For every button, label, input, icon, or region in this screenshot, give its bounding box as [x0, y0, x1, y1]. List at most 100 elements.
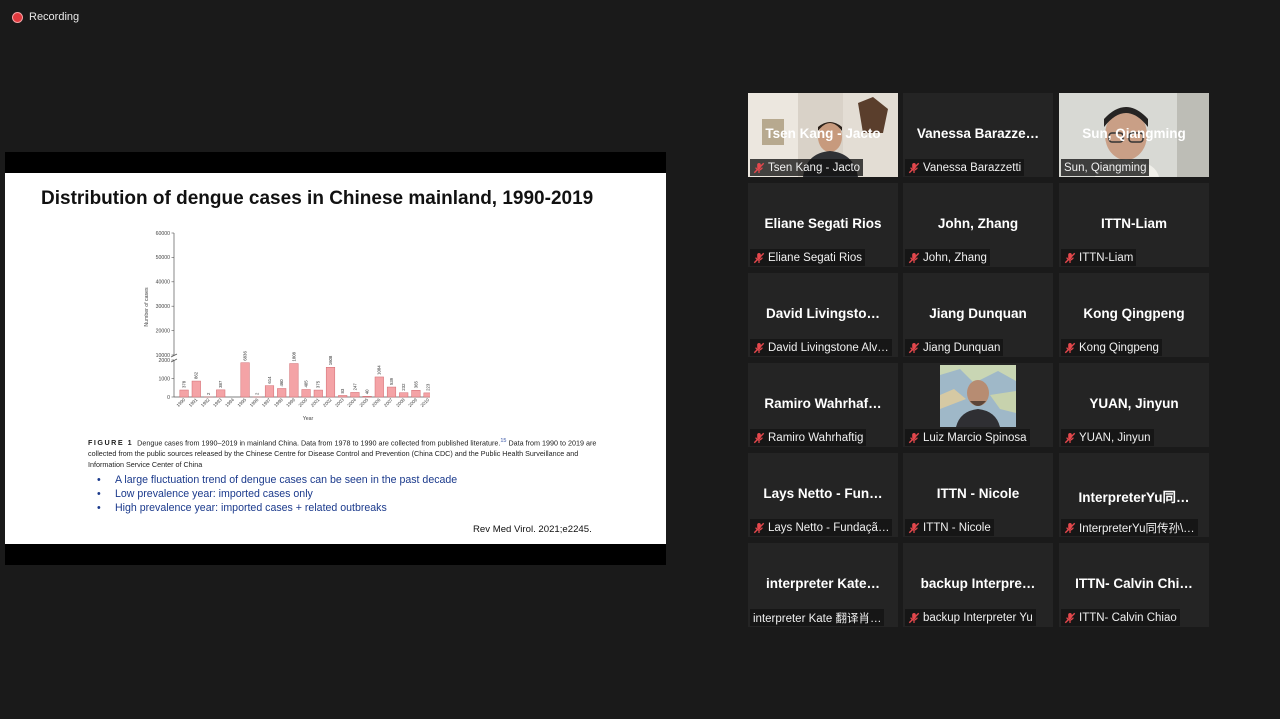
participant-tile[interactable]: John, Zhang John, Zhang: [903, 183, 1053, 267]
participant-label-text: David Livingstone Alv…: [768, 341, 889, 354]
participant-label-text: Lays Netto - Fundaçã…: [768, 521, 890, 534]
participant-label-text: Jiang Dunquan: [923, 341, 1001, 354]
record-icon: [12, 11, 23, 23]
x-tick-label: 1990: [176, 397, 187, 408]
mic-muted-icon: [753, 162, 765, 174]
participant-name-label: backup Interpreter Yu: [905, 609, 1036, 626]
bar-value-label: 862: [194, 371, 199, 379]
participant-label-text: Tsen Kang - Jacto: [768, 161, 861, 174]
data-bar: [399, 392, 409, 398]
mic-muted-icon: [1064, 612, 1076, 624]
mic-muted-icon: [1064, 342, 1076, 354]
x-tick-label: 2009: [407, 397, 418, 408]
participant-display-name: Eliane Segati Rios: [764, 216, 882, 231]
data-bar: [338, 395, 348, 398]
participant-label-text: Ramiro Wahrhaftig: [768, 431, 864, 444]
participant-display-name: ITTN-Liam: [1101, 216, 1167, 231]
data-bar: [411, 389, 421, 398]
participant-tile[interactable]: Tsen Kang - Jacto Tsen Kang - Jacto: [748, 93, 898, 177]
bullet-item: A large fluctuation trend of dengue case…: [97, 473, 457, 487]
x-tick-label: 2001: [310, 397, 321, 408]
participant-tile[interactable]: Sun, Qiangming Sun, Qiangming: [1059, 93, 1209, 177]
participant-tile[interactable]: ITTN-Liam ITTN-Liam: [1059, 183, 1209, 267]
y-tick-label: 40000: [156, 280, 171, 286]
bar-value-label: 83: [340, 388, 345, 393]
bar-value-label: 1084: [377, 365, 382, 375]
participant-display-name: backup Interpre…: [920, 576, 1036, 591]
y-tick-label: 1000: [158, 376, 170, 382]
participant-label-text: John, Zhang: [923, 251, 987, 264]
participant-tile[interactable]: YUAN, Jinyun YUAN, Jinyun: [1059, 363, 1209, 447]
participant-display-name: Lays Netto - Fun…: [763, 486, 883, 501]
caption-text-a: Dengue cases from 1990–2019 in mainland …: [137, 438, 501, 448]
participant-label-text: Luiz Marcio Spinosa: [923, 431, 1027, 444]
mic-muted-icon: [753, 252, 765, 264]
participant-tile[interactable]: InterpreterYu同… InterpreterYu同传孙\…: [1059, 453, 1209, 537]
y-axis-label: Number of cases: [144, 287, 150, 327]
participant-name-label: Ramiro Wahrhaftig: [750, 429, 867, 446]
y-tick-label: 20000: [156, 328, 171, 334]
mic-muted-icon: [1064, 432, 1076, 444]
dengue-bar-chart: 0 1000 2000 10000 20000 30000 40000 50000 60000 N…: [144, 231, 431, 422]
participant-tile[interactable]: ITTN- Calvin Chi… ITTN- Calvin Chiao: [1059, 543, 1209, 627]
bar-value-label: 405: [304, 380, 309, 388]
x-tick-label: 2002: [322, 397, 333, 408]
mic-muted-icon: [753, 432, 765, 444]
data-bar: [386, 386, 397, 398]
participant-display-name: interpreter Kate…: [765, 576, 881, 591]
participant-tile[interactable]: backup Interpre… backup Interpreter Yu: [903, 543, 1053, 627]
x-axis-label: Year: [303, 416, 314, 422]
participant-label-text: YUAN, Jinyun: [1079, 431, 1151, 444]
data-bar: [423, 392, 430, 398]
x-tick-label: 1993: [212, 397, 223, 408]
presentation-slide: Distribution of dengue cases in Chinese …: [5, 173, 666, 544]
participant-tile[interactable]: Ramiro Wahrhaf… Ramiro Wahrhaftig: [748, 363, 898, 447]
participant-display-name: Kong Qingpeng: [1083, 306, 1185, 321]
participant-label-text: Sun, Qiangming: [1064, 161, 1147, 174]
participant-tile[interactable]: Lays Netto - Fun… Lays Netto - Fundaçã…: [748, 453, 898, 537]
participant-label-text: ITTN-Liam: [1079, 251, 1134, 264]
data-bar: [289, 363, 299, 398]
data-bar: [301, 389, 311, 398]
mic-muted-icon: [908, 522, 920, 534]
participant-name-label: Sun, Qiangming: [1061, 159, 1150, 176]
participant-tile[interactable]: Vanessa Barazze… Vanessa Barazzetti: [903, 93, 1053, 177]
participant-tile[interactable]: interpreter Kate… interpreter Kate 翻译肖…: [748, 543, 898, 627]
participant-name-label: YUAN, Jinyun: [1061, 429, 1154, 446]
bar-value-label: 2: [206, 392, 211, 395]
participant-tile[interactable]: Eliane Segati Rios Eliane Segati Rios: [748, 183, 898, 267]
bar-value-label: 1608: [328, 355, 333, 365]
participant-tile[interactable]: Kong Qingpeng Kong Qingpeng: [1059, 273, 1209, 357]
participant-name-label: Vanessa Barazzetti: [905, 159, 1025, 176]
participant-display-name: Vanessa Barazze…: [916, 126, 1040, 141]
participant-tile[interactable]: Luiz Marcio Spinosa: [903, 363, 1053, 447]
bar-value-label: 223: [426, 383, 431, 391]
participant-tile[interactable]: ITTN - Nicole ITTN - Nicole: [903, 453, 1053, 537]
mic-muted-icon: [908, 162, 920, 174]
participant-label-text: Eliane Segati Rios: [768, 251, 862, 264]
participant-tile[interactable]: Jiang Dunquan Jiang Dunquan: [903, 273, 1053, 357]
participant-name-label: Kong Qingpeng: [1061, 339, 1162, 356]
x-tick-label: 2010: [420, 397, 430, 408]
bar-value-label: 40: [365, 389, 370, 394]
bullet-item: Low prevalence year: imported cases only: [97, 487, 457, 501]
participant-display-name: YUAN, Jinyun: [1089, 396, 1179, 411]
data-bar: [313, 389, 323, 398]
participant-name-label: Lays Netto - Fundaçã…: [750, 519, 893, 536]
figure-caption: FIGURE 1 Dengue cases from 1990–2019 in m…: [88, 436, 598, 470]
bar-value-label: 1808: [291, 351, 296, 361]
x-tick-label: 1998: [273, 397, 284, 408]
bar-value-label: 6836: [243, 351, 248, 361]
x-tick-label: 1992: [200, 397, 211, 408]
data-bar: [191, 380, 201, 398]
data-bar: [277, 388, 287, 398]
data-bar: [362, 396, 372, 398]
participant-label-text: backup Interpreter Yu: [923, 611, 1033, 624]
participant-name-label: Jiang Dunquan: [905, 339, 1004, 356]
bar-value-label: 539: [389, 377, 394, 385]
participant-tile[interactable]: David Livingsto… David Livingstone Alv…: [748, 273, 898, 357]
x-tick-label: 2008: [395, 397, 406, 408]
x-tick-label: 1996: [249, 397, 260, 408]
recording-indicator[interactable]: Recording: [12, 11, 79, 23]
x-tick-label: 2003: [334, 397, 345, 408]
